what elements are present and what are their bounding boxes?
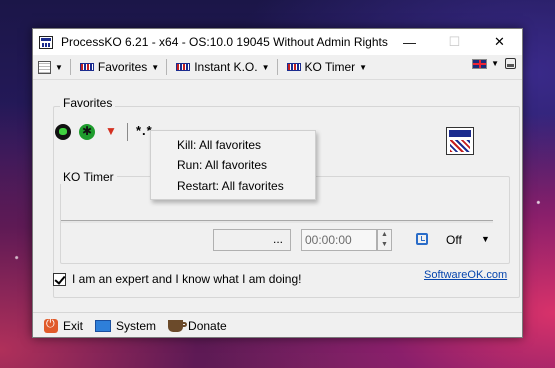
favorites-context-menu: Kill: All favorites Run: All favorites R… [150, 130, 316, 200]
maximize-button[interactable]: ☐ [432, 29, 477, 55]
app-icon[interactable] [39, 35, 53, 49]
window-mode-icon[interactable] [505, 58, 516, 69]
toolbar-separator [166, 59, 168, 75]
chevron-down-icon: ▼ [359, 62, 368, 72]
window-controls: — ☐ ✕ [387, 29, 522, 55]
expert-checkbox-row[interactable]: I am an expert and I know what I am doin… [53, 272, 301, 286]
menu-item-kill-all[interactable]: Kill: All favorites [177, 138, 261, 152]
power-icon [44, 318, 58, 333]
processko-icon [176, 63, 191, 71]
clock-icon[interactable] [416, 233, 428, 245]
window-title: ProcessKO 6.21 - x64 - OS:10.0 19045 Wit… [61, 35, 388, 49]
favorites-separator [127, 123, 128, 141]
toolbar: ▼ Favorites ▼ Instant K.O. ▼ KO Timer ▼ … [33, 55, 522, 80]
softwareok-link[interactable]: SoftwareOK.com [424, 269, 507, 281]
coffee-cup-icon [168, 320, 188, 332]
kill-skull-icon[interactable] [55, 124, 71, 140]
instant-ko-menu-button[interactable]: Instant K.O. ▼ [173, 57, 272, 77]
instant-ko-menu-label: Instant K.O. [194, 60, 258, 74]
ko-timer-menu-button[interactable]: KO Timer ▼ [284, 57, 371, 77]
processko-logo-icon [446, 127, 474, 155]
time-input[interactable]: 00:00:00 [301, 229, 377, 251]
favorites-group-label: Favorites [60, 96, 116, 110]
grid-icon [38, 60, 51, 74]
favorites-menu-button[interactable]: Favorites ▼ [77, 57, 162, 77]
restart-icon[interactable] [103, 124, 119, 140]
chevron-down-icon: ▼ [151, 62, 160, 72]
chevron-down-icon: ▼ [261, 62, 270, 72]
favorites-actions: *.* [55, 123, 153, 141]
chevron-down-icon: ▼ [55, 62, 63, 72]
exit-button[interactable]: Exit [44, 318, 84, 333]
processko-icon [286, 63, 301, 71]
chevron-down-icon[interactable]: ▼ [481, 234, 490, 244]
toolbar-separator [276, 59, 278, 75]
spin-down-icon[interactable]: ▼ [378, 240, 391, 250]
ko-timer-group-label: KO Timer [60, 170, 117, 184]
ko-timer-slider[interactable] [61, 220, 493, 223]
close-button[interactable]: ✕ [477, 29, 522, 55]
system-label: System [116, 319, 157, 333]
chevron-down-icon[interactable]: ▼ [491, 59, 499, 68]
title-bar[interactable]: ProcessKO 6.21 - x64 - OS:10.0 19045 Wit… [33, 29, 522, 55]
monitor-icon [95, 320, 112, 332]
toolbar-separator [69, 59, 71, 75]
minimize-button[interactable]: — [387, 29, 432, 55]
expert-checkbox[interactable] [53, 272, 66, 286]
spin-up-icon[interactable]: ▲ [378, 230, 391, 240]
footer-bar: Exit System Donate [33, 312, 522, 339]
favorites-menu-label: Favorites [97, 60, 148, 74]
timer-mode-value[interactable]: Off [446, 233, 462, 247]
toolbar-right: ▼ [472, 58, 516, 69]
menu-item-restart-all[interactable]: Restart: All favorites [177, 179, 284, 193]
time-spinner[interactable]: ▲ ▼ [377, 229, 392, 251]
donate-button[interactable]: Donate [168, 319, 227, 333]
exit-label: Exit [63, 319, 84, 333]
ko-timer-menu-label: KO Timer [304, 60, 356, 74]
menu-item-run-all[interactable]: Run: All favorites [177, 158, 267, 172]
processko-icon [79, 63, 94, 71]
donate-label: Donate [188, 319, 227, 333]
browse-button[interactable]: ... [273, 232, 283, 246]
view-menu-button[interactable]: ▼ [35, 57, 66, 77]
run-icon[interactable] [79, 124, 95, 140]
language-flag-icon[interactable] [472, 58, 488, 69]
system-button[interactable]: System [95, 319, 156, 333]
expert-checkbox-label: I am an expert and I know what I am doin… [72, 272, 302, 286]
